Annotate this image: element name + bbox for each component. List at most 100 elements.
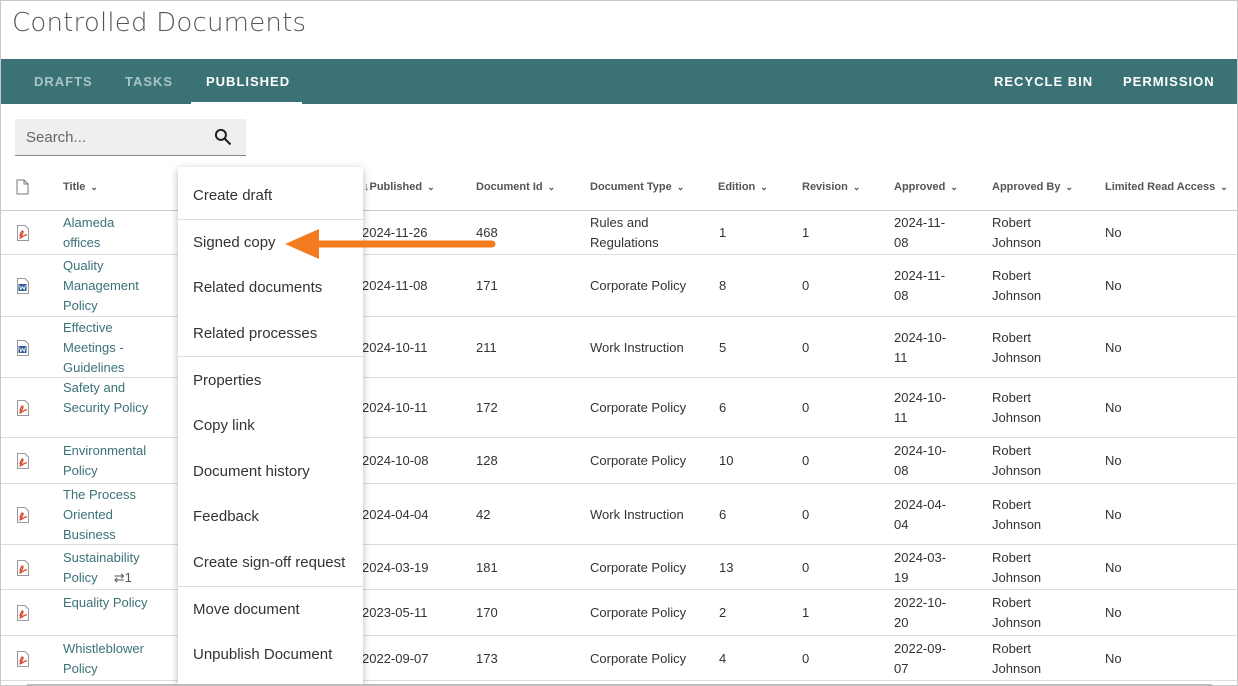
approved-date: 2024-10- 11 <box>894 329 947 365</box>
document-title-link[interactable]: Sustainability Policy ⇄1 <box>63 548 153 588</box>
document-title-text[interactable]: Effective Meetings - Guidelines <box>63 320 124 375</box>
limited-read-access-value: No <box>1105 278 1122 293</box>
document-title-link[interactable]: Environmental Policy <box>63 441 153 481</box>
revision-value: 0 <box>802 453 810 468</box>
document-title-text[interactable]: Quality Management Policy <box>63 258 139 313</box>
tab-drafts[interactable]: DRAFTS <box>34 59 93 104</box>
limited-read-access-value: No <box>1105 605 1122 620</box>
related-links-icon[interactable]: ⇄ <box>114 570 125 585</box>
menu-item-unpublish-document[interactable]: Unpublish Document <box>178 634 363 676</box>
column-header-published[interactable]: ↓Published ⌄ <box>364 167 435 210</box>
chevron-down-icon: ⌄ <box>852 182 861 192</box>
document-id: 128 <box>476 453 498 468</box>
search-input[interactable] <box>15 119 205 155</box>
menu-item-related-documents[interactable]: Related documents <box>178 267 363 309</box>
published-date: 2024-04-04 <box>362 506 429 522</box>
document-title-link[interactable]: Equality Policy <box>63 593 153 613</box>
column-header-revision[interactable]: Revision ⌄ <box>802 167 860 210</box>
revision-value: 0 <box>802 650 810 666</box>
menu-item-related-processes[interactable]: Related processes <box>178 313 363 355</box>
menu-item-copy-link[interactable]: Copy link <box>178 405 363 447</box>
published-date: 2024-10-11 <box>362 339 428 355</box>
document-type: Corporate Policy <box>590 650 687 666</box>
menu-item-document-history[interactable]: Document history <box>178 451 363 493</box>
menu-item-properties[interactable]: Properties <box>178 360 363 402</box>
document-title-text[interactable]: The Process Oriented Business <box>63 487 136 542</box>
document-type: Corporate Policy <box>590 559 687 575</box>
approved-by-name: Robert Johnson <box>992 549 1042 585</box>
document-title-link[interactable]: Whistleblower Policy <box>63 639 153 679</box>
document-title-link[interactable]: Effective Meetings - Guidelines <box>63 318 153 378</box>
menu-item-feedback[interactable]: Feedback <box>178 496 363 538</box>
document-title-text[interactable]: Equality Policy <box>63 595 148 610</box>
tab-published[interactable]: PUBLISHED <box>206 59 290 104</box>
document-type: Work Instruction <box>590 339 684 355</box>
revision-value: 0 <box>802 559 810 575</box>
approved-by-name: Robert Johnson <box>992 329 1042 365</box>
related-links-count: 1 <box>124 569 132 585</box>
document-type: Corporate Policy <box>590 605 687 620</box>
approved-date: 2024-10- 08 <box>894 443 947 478</box>
column-header-document-id[interactable]: Document Id ⌄ <box>476 167 555 210</box>
limited-read-access-value: No <box>1105 339 1122 355</box>
published-date: 2024-10-08 <box>362 453 429 468</box>
document-title-text[interactable]: Alameda offices <box>63 215 114 250</box>
menu-divider <box>178 219 363 220</box>
menu-item-move-document[interactable]: Move document <box>178 589 363 631</box>
limited-read-access-value: No <box>1105 506 1122 522</box>
approved-by-name: Robert Johnson <box>992 390 1042 425</box>
pdf-file-icon <box>17 650 29 667</box>
edition-value: 5 <box>719 339 727 355</box>
tab-tasks[interactable]: TASKS <box>125 59 173 104</box>
edition-value: 10 <box>719 453 734 468</box>
document-type: Corporate Policy <box>590 400 687 415</box>
permission-button[interactable]: PERMISSION <box>1123 59 1215 104</box>
search-box <box>15 119 246 156</box>
document-title-text[interactable]: Whistleblower Policy <box>63 641 144 676</box>
word-file-icon <box>17 339 29 356</box>
column-header-document-type[interactable]: Document Type ⌄ <box>590 167 684 210</box>
pdf-file-icon <box>17 605 29 621</box>
document-title-link[interactable]: Quality Management Policy <box>63 256 153 316</box>
chevron-down-icon: ⌄ <box>427 182 435 192</box>
approved-date: 2024-11- 08 <box>894 268 946 303</box>
revision-value: 1 <box>802 605 810 620</box>
menu-divider <box>178 356 363 357</box>
document-type: Work Instruction <box>590 506 684 522</box>
chevron-down-icon: ⌄ <box>950 182 958 192</box>
column-header-limited-read-access[interactable]: Limited Read Access ⌄ <box>1105 167 1228 210</box>
document-id: 170 <box>476 605 498 620</box>
document-type: Corporate Policy <box>590 278 687 293</box>
document-title-text[interactable]: Environmental Policy <box>63 443 146 478</box>
published-date: 2022-09-07 <box>362 650 429 666</box>
document-title-link[interactable]: Alameda offices <box>63 213 153 253</box>
document-title-text[interactable]: Safety and Security Policy <box>63 380 148 415</box>
approved-by-name: Robert Johnson <box>992 443 1042 478</box>
approved-date: 2024-04- 04 <box>894 496 947 532</box>
pdf-file-icon <box>17 400 29 416</box>
document-title-link[interactable]: Safety and Security Policy <box>63 378 153 418</box>
limited-read-access-value: No <box>1105 650 1122 666</box>
column-header-edition[interactable]: Edition ⌄ <box>718 167 768 210</box>
edition-value: 13 <box>719 559 734 575</box>
document-id: 42 <box>476 506 491 522</box>
published-date: 2024-11-08 <box>362 278 428 293</box>
chevron-down-icon: ⌄ <box>1065 182 1074 192</box>
column-header-title[interactable]: Title ⌄ <box>63 167 98 210</box>
search-icon[interactable] <box>213 127 233 147</box>
menu-item-create-sign-off-request[interactable]: Create sign-off request <box>178 542 363 584</box>
revision-value: 0 <box>802 506 810 522</box>
document-title-link[interactable]: The Process Oriented Business <box>63 485 153 545</box>
menu-item-create-draft[interactable]: Create draft <box>178 175 363 217</box>
column-header-approved-by[interactable]: Approved By ⌄ <box>992 167 1073 210</box>
limited-read-access-value: No <box>1105 400 1122 415</box>
document-id: 173 <box>476 650 498 666</box>
recycle-bin-button[interactable]: RECYCLE BIN <box>994 59 1093 104</box>
revision-value: 0 <box>802 278 810 293</box>
pdf-file-icon <box>17 506 29 523</box>
document-id: 181 <box>476 559 498 575</box>
column-header-approved[interactable]: Approved ⌄ <box>894 167 958 210</box>
chevron-down-icon: ⌄ <box>1220 182 1228 192</box>
select-all-document-icon[interactable] <box>16 179 29 195</box>
active-tab-indicator <box>191 102 302 104</box>
